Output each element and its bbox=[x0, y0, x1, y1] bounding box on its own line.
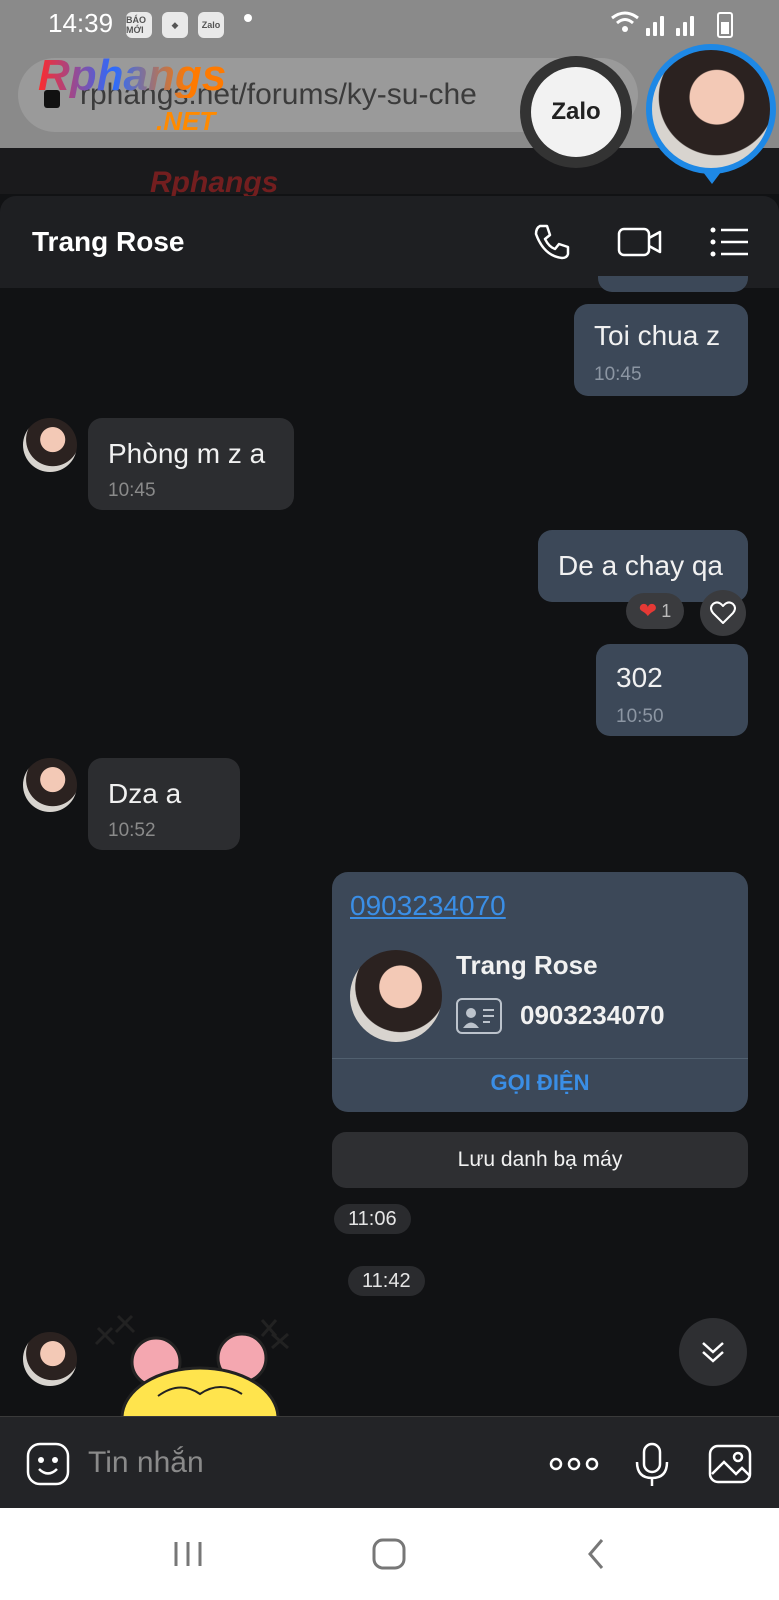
more-notifications-dot bbox=[244, 14, 252, 22]
message-text: 302 bbox=[616, 662, 663, 693]
image-gallery-icon[interactable] bbox=[706, 1440, 754, 1488]
zalo-logo-icon: Zalo bbox=[531, 67, 621, 157]
message-bubble-received[interactable]: Phòng m z a 10:45 bbox=[88, 418, 294, 510]
sticker-message[interactable] bbox=[90, 1314, 300, 1416]
time-separator: 11:42 bbox=[348, 1266, 425, 1296]
sticker-emoji-icon[interactable] bbox=[24, 1440, 72, 1488]
message-time: 10:50 bbox=[616, 706, 664, 727]
message-bubble-received[interactable]: Dza a 10:52 bbox=[88, 758, 240, 850]
webpage-header bbox=[0, 148, 779, 194]
id-card-icon bbox=[456, 998, 502, 1034]
back-icon[interactable] bbox=[576, 1532, 620, 1576]
video-call-icon[interactable] bbox=[616, 220, 662, 264]
bao-moi-app-icon: BÁO MỚI bbox=[126, 12, 152, 38]
previous-message-bubble-edge bbox=[598, 276, 748, 292]
message-text: Dza a bbox=[108, 778, 182, 809]
wifi-icon bbox=[610, 10, 640, 34]
rphangs-logo-suffix: .NET bbox=[156, 106, 216, 136]
contact-card-avatar bbox=[350, 950, 442, 1042]
phone-call-icon[interactable] bbox=[530, 220, 574, 264]
heart-outline-icon bbox=[710, 601, 736, 624]
red-heart-icon: ❤ bbox=[638, 598, 658, 623]
save-contact-button[interactable]: Lưu danh bạ máy bbox=[332, 1132, 748, 1188]
contact-card-divider bbox=[332, 1058, 748, 1059]
signal-icon-1 bbox=[646, 12, 666, 36]
contact-avatar[interactable] bbox=[23, 758, 77, 812]
signal-icon-2 bbox=[676, 12, 696, 36]
menu-list-icon[interactable] bbox=[708, 220, 752, 264]
battery-icon bbox=[717, 12, 733, 38]
message-bubble-sent[interactable]: 302 10:50 bbox=[596, 644, 748, 736]
zalo-notification-icon: Zalo bbox=[198, 12, 224, 38]
message-text: Phòng m z a bbox=[108, 438, 266, 469]
more-options-icon[interactable] bbox=[548, 1440, 599, 1488]
message-bubble-sent[interactable]: Toi chua z 10:45 bbox=[574, 304, 748, 396]
time-separator: 11:06 bbox=[334, 1204, 411, 1234]
status-time: 14:39 bbox=[48, 8, 114, 38]
contact-card-name: Trang Rose bbox=[456, 950, 598, 980]
microphone-icon[interactable] bbox=[630, 1440, 678, 1488]
message-time: 10:45 bbox=[108, 480, 156, 501]
zalo-chat-head[interactable]: Zalo bbox=[520, 56, 632, 168]
contact-avatar[interactable] bbox=[23, 418, 77, 472]
contact-card-number: 0903234070 bbox=[520, 1000, 665, 1030]
react-heart-button[interactable] bbox=[700, 590, 746, 636]
reaction-badge[interactable]: ❤ 1 bbox=[626, 593, 684, 629]
contact-chat-head-avatar[interactable] bbox=[646, 44, 776, 174]
message-text: Toi chua z bbox=[594, 320, 721, 351]
chat-head-pointer bbox=[700, 168, 724, 184]
game-app-icon: ◆ bbox=[162, 12, 188, 38]
contact-name-title[interactable]: Trang Rose bbox=[32, 226, 184, 258]
recent-apps-icon[interactable] bbox=[166, 1532, 210, 1576]
call-button[interactable]: GỌI ĐIỆN bbox=[332, 1070, 748, 1096]
contact-avatar[interactable] bbox=[23, 1332, 77, 1386]
webpage-logo: Rphangs bbox=[150, 166, 279, 199]
home-icon[interactable] bbox=[368, 1532, 412, 1576]
double-chevron-down-icon bbox=[702, 1342, 724, 1363]
message-time: 10:45 bbox=[594, 364, 642, 385]
message-time: 10:52 bbox=[108, 820, 156, 841]
reaction-count: 1 bbox=[661, 600, 672, 621]
contact-card-phone-link[interactable]: 0903234070 bbox=[350, 890, 506, 922]
message-text: De a chay qa bbox=[558, 550, 723, 581]
scroll-to-bottom-button[interactable] bbox=[679, 1318, 747, 1386]
message-input[interactable]: Tin nhắn bbox=[88, 1446, 204, 1480]
rphangs-logo: Rphangs bbox=[38, 51, 227, 100]
